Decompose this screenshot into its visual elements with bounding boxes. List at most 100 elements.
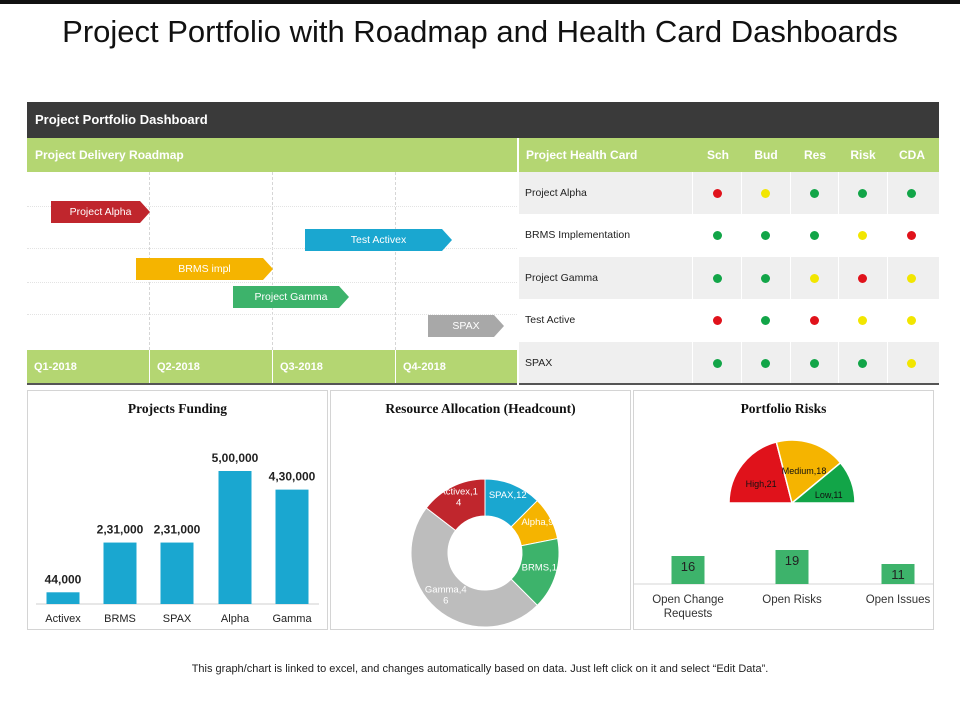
top-border — [0, 0, 960, 4]
resource-chart: SPAX,12Alpha,9BRMS,15Gamma,4 6Activex,1 4 — [410, 478, 563, 628]
counter-value: 11 — [891, 567, 905, 582]
status-dot-yellow — [907, 316, 916, 326]
funding-value-label: 5,00,000 — [212, 451, 259, 465]
roadmap-divider — [395, 172, 396, 350]
status-dot-green — [713, 231, 722, 241]
health-col-cda: CDA — [899, 148, 925, 162]
footer-note: This graph/chart is linked to excel, and… — [191, 663, 769, 675]
funding-value-label: 2,31,000 — [154, 523, 201, 537]
status-dot-green — [907, 189, 916, 198]
health-col-bud: Bud — [754, 148, 778, 162]
status-dot-yellow — [761, 189, 770, 198]
resource-panel: Resource Allocation (Headcount) SPAX,12 A… — [330, 390, 631, 630]
status-dot-red — [858, 273, 867, 283]
status-dot-green — [761, 316, 770, 326]
health-project-name: SPAX — [525, 356, 553, 369]
roadmap-quarters: Q1-2018 Q2-2018 Q3-2018 Q4-2018 — [27, 350, 517, 384]
counter-label: Open Issues — [866, 594, 931, 606]
health-row: SPAX — [519, 341, 939, 384]
health-card-title: Project Health Card — [526, 148, 638, 162]
roadmap-task-project-alpha[interactable]: Project Alpha — [51, 201, 150, 223]
risks-panel: Portfolio Risks High,21 Medium,18 Low,11 16… — [633, 390, 934, 630]
dashboard-header: Project Portfolio Dashboard — [27, 102, 939, 138]
status-dot-yellow — [907, 358, 916, 368]
status-dot-red — [907, 231, 916, 241]
counter-value: 16 — [681, 559, 695, 574]
roadmap-gridline — [27, 314, 517, 315]
counter-value: 19 — [785, 553, 799, 568]
resource-slice-label: SPAX,12 — [489, 490, 527, 501]
status-dot-yellow — [858, 231, 867, 241]
funding-chart: 44,000 Activex 2,31,000 BRMS 2,31,000 SPAX 5,0… — [36, 451, 319, 625]
risks-chart: High,21 Medium,18 Low,11 16 Open Change Reque… — [634, 439, 933, 620]
health-bottom-rule — [519, 383, 939, 385]
status-dot-red — [713, 189, 722, 198]
quarter-label: Q4-2018 — [403, 361, 446, 373]
roadmap-gridline — [27, 282, 517, 283]
resource-slice-label: BRMS,15 — [522, 562, 563, 573]
quarter-label: Q2-2018 — [157, 361, 200, 373]
funding-category-label: Alpha — [221, 613, 250, 625]
health-row: Project Gamma — [519, 256, 939, 299]
roadmap-bottom-rule — [27, 383, 517, 385]
health-col-res: Res — [803, 148, 826, 162]
quarter-label: Q1-2018 — [34, 361, 77, 373]
quarter-divider — [395, 350, 396, 384]
status-dot-red — [713, 316, 722, 326]
status-dot-green — [761, 231, 770, 241]
health-card-header: Project Health Card Sch Bud Res Risk CDA — [519, 138, 939, 172]
status-dot-red — [810, 316, 819, 326]
status-dot-green — [810, 358, 819, 368]
health-card-table: Project Alpha BRMS Implementation Project … — [519, 172, 939, 384]
health-row: BRMS Implementation — [519, 214, 939, 256]
health-project-name: BRMS Implementation — [525, 229, 631, 242]
health-col-risk: Risk — [850, 148, 876, 162]
quarter-divider — [149, 350, 150, 384]
quarter-label: Q3-2018 — [280, 361, 323, 373]
quarter-divider — [272, 350, 273, 384]
funding-value-label: 4,30,000 — [269, 470, 316, 484]
risk-slice-label: High,21 — [746, 479, 777, 489]
roadmap-divider — [272, 172, 273, 350]
status-dot-green — [713, 273, 722, 283]
status-dot-yellow — [858, 316, 867, 326]
status-dot-yellow — [907, 273, 916, 283]
risk-slice-label: Low,11 — [815, 490, 843, 500]
health-project-name: Test Active — [525, 314, 576, 327]
risk-slice-label: Medium,18 — [782, 466, 827, 476]
status-dot-yellow — [810, 273, 819, 283]
status-dot-green — [713, 358, 722, 368]
roadmap-task-test-activex[interactable]: Test Activex — [305, 229, 452, 251]
roadmap-header: Project Delivery Roadmap — [27, 138, 517, 172]
funding-category-label: BRMS — [104, 613, 136, 625]
status-dot-green — [761, 358, 770, 368]
roadmap-task-spax[interactable]: SPAX — [428, 315, 504, 337]
health-column-divider — [692, 172, 693, 384]
status-dot-green — [810, 231, 819, 241]
health-project-name: Project Gamma — [525, 271, 598, 284]
roadmap-grid: Project Alpha Test Activex BRMS impl Pro… — [27, 172, 517, 350]
status-dot-green — [810, 189, 819, 198]
funding-category-label: SPAX — [163, 613, 192, 625]
status-dot-green — [858, 189, 867, 198]
funding-category-label: Gamma — [272, 613, 312, 625]
health-column-divider — [887, 172, 888, 384]
health-col-sch: Sch — [706, 148, 729, 162]
status-dot-green — [858, 358, 867, 368]
status-dot-green — [761, 273, 770, 283]
funding-bar — [160, 542, 194, 604]
page-title: Project Portfolio with Roadmap and Healt… — [62, 14, 898, 49]
resource-slice-label: Alpha,9 — [521, 517, 553, 528]
counter-label: Open Risks — [762, 594, 822, 606]
funding-bar — [46, 592, 80, 604]
funding-value-label: 44,000 — [45, 572, 82, 586]
roadmap-task-project-gamma[interactable]: Project Gamma — [233, 286, 349, 308]
health-project-name: Project Alpha — [525, 187, 587, 199]
health-column-divider — [790, 172, 791, 384]
funding-bar — [218, 471, 252, 604]
funding-panel: Projects Funding 44,000 Activex 2,31,000 BR… — [27, 390, 328, 630]
roadmap-task-brms-impl[interactable]: BRMS impl — [136, 258, 273, 280]
health-column-divider — [838, 172, 839, 384]
counter-label: Open Change Requests — [652, 594, 724, 620]
funding-value-label: 2,31,000 — [97, 523, 144, 537]
